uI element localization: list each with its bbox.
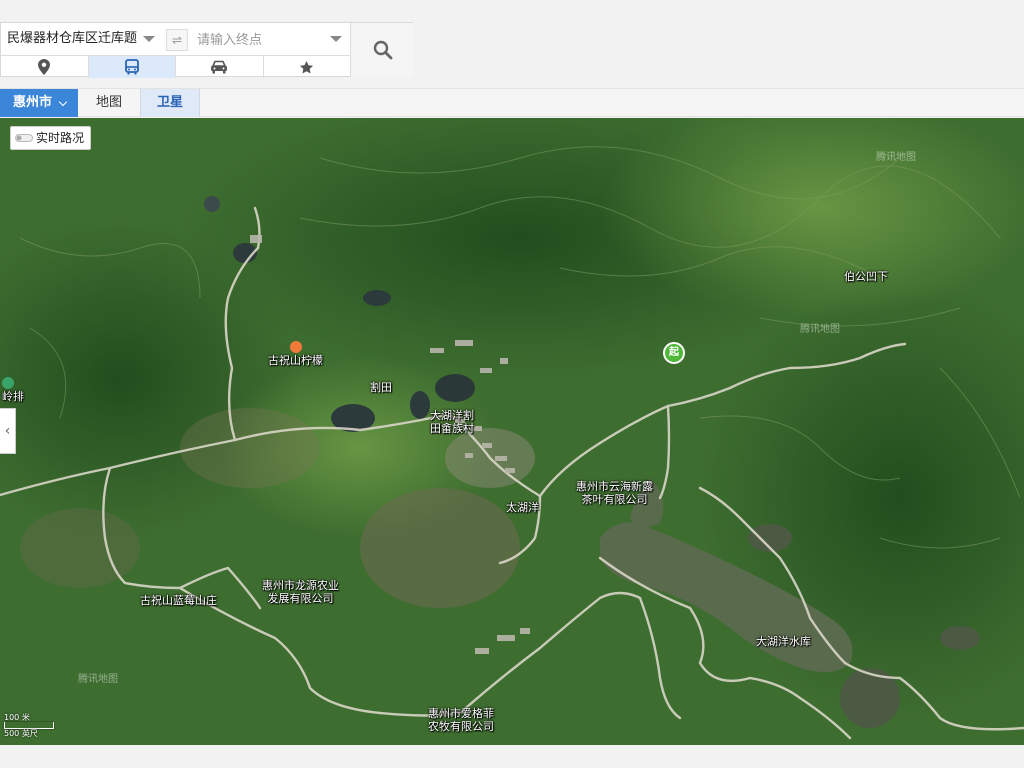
place-label: 古祝山蓝莓山庄 [140,594,217,607]
map-watermark: 腾讯地图 [78,674,118,685]
satellite-map[interactable]: 实时路况 腾讯地图 腾讯地图 腾讯地图 起 ‹ 伯公凹下 古祝山柠檬 割田 大湖… [0,118,1024,745]
place-label: 惠州市云海新露 茶叶有限公司 [576,480,653,506]
place-label: 太湖洋 [506,501,539,514]
mode-car[interactable] [176,56,264,78]
mode-location[interactable] [1,56,89,78]
realtime-traffic-label: 实时路况 [36,131,85,145]
satellite-imagery [0,118,1024,745]
chevron-down-icon [58,97,68,107]
map-watermark: 腾讯地图 [800,324,840,335]
mode-bus[interactable] [88,56,176,78]
mode-favorites[interactable] [264,56,351,78]
city-selector-button[interactable]: 惠州市 [0,89,78,117]
traffic-toggle-icon [15,134,33,142]
swap-button[interactable]: ⇌ [166,29,188,51]
end-dropdown-chevron-icon[interactable] [330,36,342,42]
scale-bar [4,722,54,729]
search-icon [373,40,392,60]
place-label-line: 惠州市云海新露 [576,480,653,493]
realtime-traffic-toggle[interactable]: 实时路况 [10,126,92,150]
city-name: 惠州市 [13,95,53,110]
map-scale: 100 米 500 英尺 [4,713,54,738]
place-label: 岭排 [2,390,24,403]
place-label: 割田 [370,381,392,394]
route-search-button[interactable] [350,23,414,77]
location-icon [38,59,51,75]
place-label-line: 大湖洋割 [430,409,474,422]
place-label-line: 惠州市爱格菲 [428,707,494,720]
map-watermark: 腾讯地图 [876,152,916,163]
start-dropdown-chevron-icon[interactable] [143,36,155,42]
scale-bottom-label: 500 英尺 [4,729,38,738]
bottom-strip [0,745,1024,768]
poi-green-icon[interactable] [2,377,14,389]
scale-top-label: 100 米 [4,713,30,722]
poi-orange-icon[interactable] [290,341,302,353]
place-label-line: 发展有限公司 [267,592,334,605]
place-label: 惠州市爱格菲 农牧有限公司 [428,707,494,733]
place-label: 古祝山柠檬 [268,354,323,367]
place-label: 大湖洋割 田畲族村 [430,409,474,435]
place-label-line: 茶叶有限公司 [581,493,648,506]
route-panel: 民爆器材仓库区迁库题 ⇌ [0,22,414,78]
place-label-line: 农牧有限公司 [428,720,494,733]
place-label: 伯公凹下 [844,270,888,283]
place-label-line: 惠州市龙源农业 [262,579,339,592]
place-label-line: 田畲族村 [430,422,474,435]
place-label: 大湖洋水库 [756,635,811,648]
bus-icon [124,59,139,75]
panel-collapse-button[interactable]: ‹ [0,408,16,454]
tab-satellite[interactable]: 卫星 [140,89,200,117]
place-label: 惠州市龙源农业 发展有限公司 [262,579,339,605]
tab-map[interactable]: 地图 [80,89,138,117]
star-icon [300,60,314,73]
travel-mode-tabs [1,55,350,78]
route-start-marker[interactable]: 起 [663,342,685,364]
car-icon [211,60,228,74]
map-type-bar: 惠州市 地图 卫星 [0,88,1024,117]
